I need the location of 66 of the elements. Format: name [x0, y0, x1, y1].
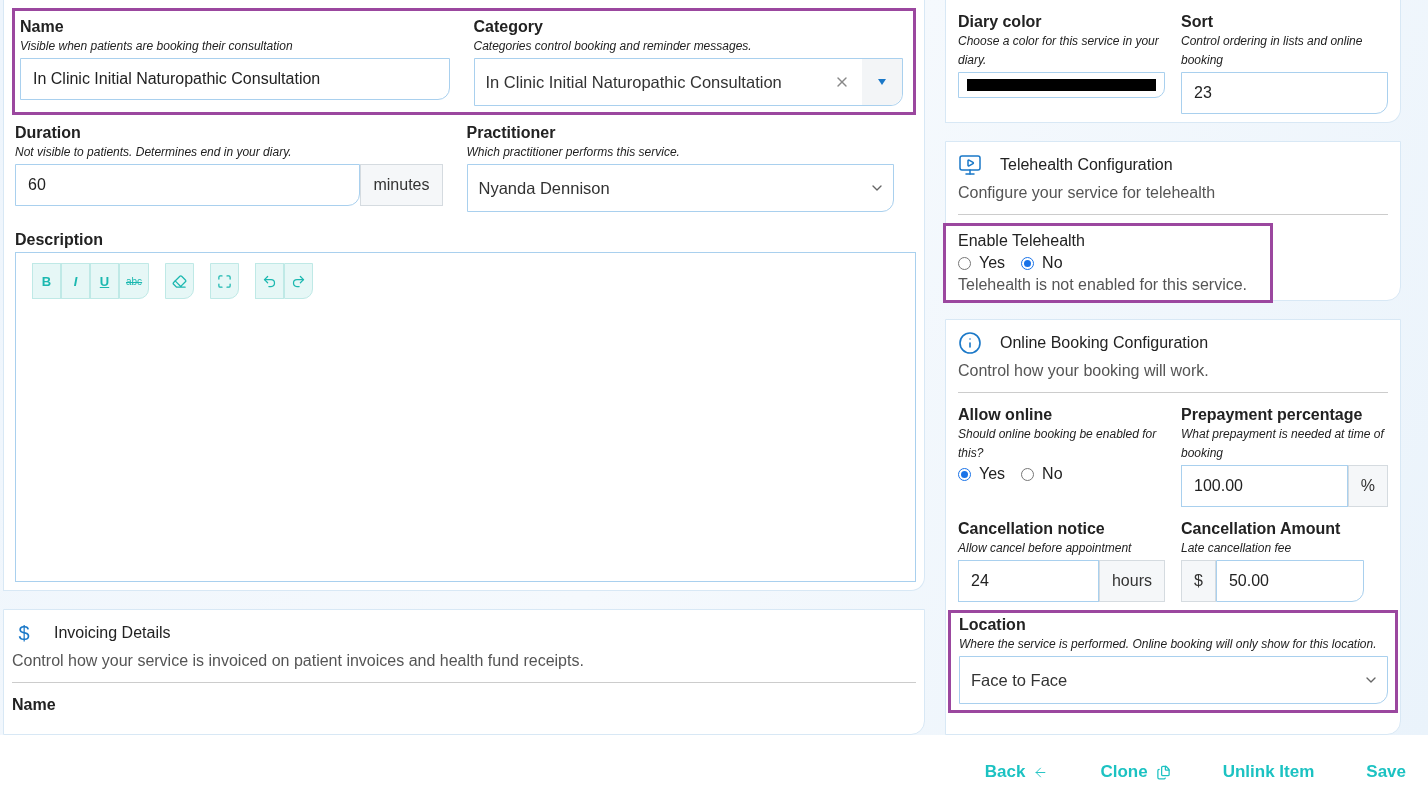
- unit-label: minutes: [360, 164, 443, 206]
- field-label: Cancellation notice: [958, 519, 1106, 539]
- radio-button[interactable]: [958, 256, 971, 270]
- practitioner-select[interactable]: Nyanda Dennison: [466, 164, 894, 212]
- radio-button[interactable]: [958, 467, 971, 481]
- field-label: Practitioner: [466, 123, 557, 143]
- section-description: Control how your booking will work.: [958, 361, 1210, 381]
- expand-icon: [217, 273, 233, 289]
- caret-icon: [878, 79, 886, 85]
- location-select[interactable]: Face to Face: [959, 656, 1388, 704]
- toolbar-button[interactable]: [284, 263, 314, 299]
- radio-option[interactable]: Yes: [958, 254, 1006, 272]
- section-title: Telehealth Configuration: [1000, 156, 1173, 174]
- prepayment-field[interactable]: 100.00: [1181, 465, 1348, 507]
- toolbar-button[interactable]: [255, 263, 285, 299]
- copy-icon: [1155, 764, 1171, 780]
- name-field[interactable]: In Clinic Initial Naturopathic Consultation: [20, 58, 450, 100]
- field-hint: Late cancellation fee: [1181, 540, 1293, 557]
- field-hint: Categories control booking and reminder messages.: [473, 38, 753, 55]
- info-icon: [958, 331, 982, 355]
- unit-label: hours: [1098, 560, 1165, 602]
- section-description: Configure your service for telehealth: [958, 183, 1217, 203]
- field-hint: Visible when patients are booking their consultation: [20, 38, 294, 55]
- section-title: Online Booking Configuration: [1000, 334, 1209, 352]
- field-label: Sort: [1181, 12, 1214, 32]
- radio-option[interactable]: No: [1021, 254, 1063, 272]
- field-hint: Allow cancel before appointment: [958, 540, 1133, 557]
- eraser-icon: [172, 273, 188, 289]
- field-label: Enable Telehealth: [958, 231, 1086, 251]
- field-label: Prepayment percentage: [1181, 405, 1364, 425]
- field-hint: Should online booking be enabled for this?: [958, 426, 1158, 462]
- duration-field[interactable]: 60: [15, 164, 361, 206]
- radio-option[interactable]: Yes: [958, 465, 1006, 483]
- telehealth-note: Telehealth is not enabled for this service.: [958, 275, 1249, 295]
- field-label: Diary color: [958, 12, 1043, 32]
- dollar-icon: $: [12, 621, 36, 645]
- section-description: Control how your service is invoiced on patient invoices and health fund receipts.: [12, 651, 585, 671]
- video-icon: [958, 153, 982, 177]
- field-hint: Which practitioner performs this service.: [466, 144, 681, 161]
- category-select[interactable]: In Clinic Initial Naturopathic Consultation: [473, 58, 903, 106]
- field-label: Name: [12, 695, 57, 715]
- unit-label: %: [1347, 465, 1388, 507]
- toolbar-button[interactable]: [165, 263, 195, 299]
- field-hint: Not visible to patients. Determines end in your diary.: [15, 144, 293, 161]
- field-hint: What prepayment is needed at time of booking: [1181, 426, 1386, 462]
- field-label: Allow online: [958, 405, 1054, 425]
- section-title: Invoicing Details: [54, 624, 171, 642]
- field-label: Description: [15, 230, 104, 250]
- radio-option[interactable]: No: [1021, 465, 1063, 483]
- field-label: Name: [20, 17, 65, 37]
- field-label: Cancellation Amount: [1181, 519, 1342, 539]
- field-label: Category: [473, 17, 544, 37]
- cancellation-amount-field[interactable]: 50.00: [1215, 560, 1364, 602]
- sort-field[interactable]: 23: [1181, 72, 1388, 114]
- field-hint: Control ordering in lists and online booking: [1181, 33, 1364, 69]
- currency-label: $: [1181, 560, 1216, 602]
- field-label: Duration: [15, 123, 82, 143]
- field-hint: Where the service is performed. Online booking will only show for this location.: [959, 636, 1378, 653]
- undo-icon: [262, 273, 278, 289]
- radio-button[interactable]: [1021, 467, 1035, 481]
- radio-button[interactable]: [1021, 256, 1035, 270]
- field-label: Location: [959, 615, 1027, 635]
- redo-icon: [291, 273, 307, 289]
- color-field[interactable]: [958, 72, 1165, 98]
- cancellation-notice-field[interactable]: 24: [958, 560, 1099, 602]
- field-hint: Choose a color for this service in your diary.: [958, 33, 1160, 69]
